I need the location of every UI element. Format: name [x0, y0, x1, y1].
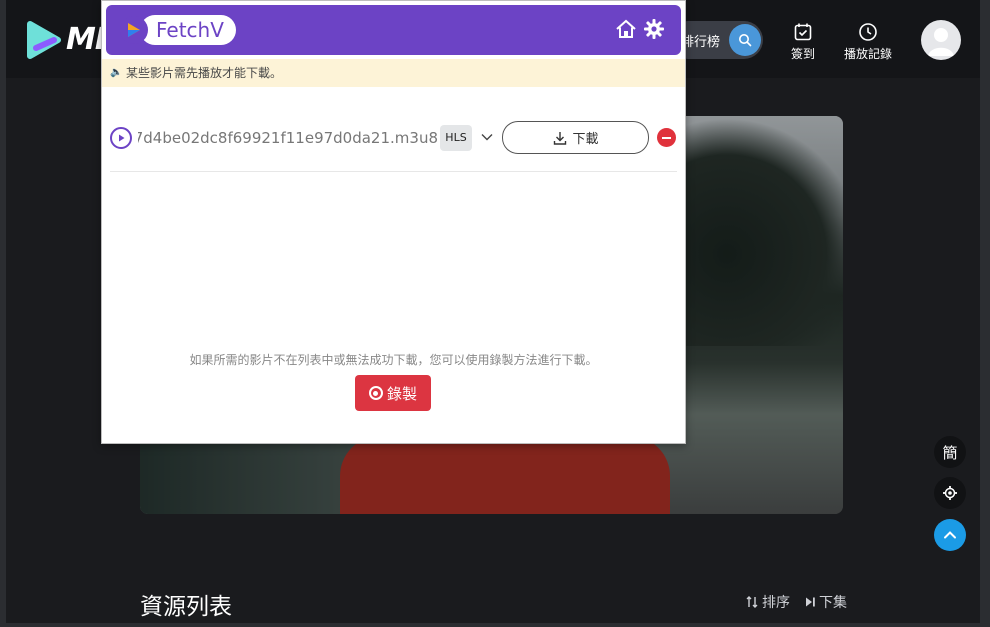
user-icon — [928, 28, 954, 56]
scroll-to-top-button[interactable] — [934, 519, 966, 551]
sort-button[interactable]: 排序 — [745, 592, 790, 612]
play-icon — [119, 134, 125, 142]
minus-icon — [662, 136, 671, 139]
site-logo-icon[interactable] — [24, 20, 64, 60]
notice-text: 某些影片需先播放才能下載。 — [126, 66, 283, 80]
remove-button[interactable] — [657, 128, 676, 147]
divider — [110, 171, 677, 172]
nav-checkin[interactable]: 簽到 — [773, 22, 833, 62]
home-icon — [616, 19, 636, 38]
fetchv-header: FetchV — [106, 5, 681, 55]
sort-label: 排序 — [762, 595, 790, 611]
download-button[interactable]: 下載 — [502, 121, 649, 154]
resource-list-title: 資源列表 — [140, 594, 232, 620]
home-button[interactable] — [615, 18, 637, 44]
play-preview-button[interactable] — [110, 127, 132, 149]
search-button[interactable] — [729, 24, 761, 56]
record-hint: 如果所需的影片不在列表中或無法成功下載，您可以使用錄製方法進行下載。 — [189, 353, 598, 367]
download-icon — [554, 131, 567, 145]
expand-button[interactable] — [480, 129, 494, 148]
search-icon — [739, 34, 752, 47]
fetchv-brand-name: FetchV — [140, 15, 236, 45]
clock-icon — [859, 23, 877, 41]
sort-icon — [746, 596, 758, 608]
chevron-up-icon — [944, 531, 956, 539]
notice-bar: 🔈 某些影片需先播放才能下載。 — [102, 59, 685, 87]
next-episode-button[interactable]: 下集 — [804, 592, 847, 612]
speaker-icon: 🔈 — [110, 67, 123, 78]
fetchv-logo: FetchV — [120, 14, 236, 46]
popup-settings-button[interactable] — [643, 18, 665, 44]
record-button[interactable]: 錄製 — [355, 375, 431, 411]
gear-icon — [644, 19, 664, 39]
video-filename[interactable]: 97d4be02dc8f69921f11e97d0da21.m3u8 — [138, 129, 438, 147]
gear-icon — [943, 486, 957, 500]
settings-button[interactable] — [934, 477, 966, 509]
record-label: 錄製 — [386, 384, 417, 403]
next-episode-label: 下集 — [819, 595, 847, 611]
record-icon — [368, 386, 383, 400]
fetchv-popup: FetchV 🔈 某些影片需先播放才能下載。 97d4be02dc8f69921… — [101, 0, 686, 444]
fetchv-logo-icon — [120, 16, 148, 44]
nav-history[interactable]: 播放記錄 — [838, 22, 898, 62]
download-label: 下載 — [572, 132, 599, 147]
format-badge: HLS — [440, 125, 472, 151]
user-avatar[interactable] — [921, 20, 961, 60]
simplified-chinese-toggle[interactable]: 簡 — [934, 436, 966, 468]
ranking-link[interactable]: 排行榜 — [681, 31, 720, 50]
calendar-check-icon — [794, 23, 812, 41]
site-logo-text[interactable]: MI — [66, 22, 106, 57]
nav-history-label: 播放記錄 — [843, 47, 892, 61]
video-list-item: 97d4be02dc8f69921f11e97d0da21.m3u8 HLS 下… — [102, 117, 685, 161]
nav-checkin-label: 簽到 — [790, 47, 815, 61]
skip-next-icon — [806, 597, 815, 607]
resource-list-tools: 排序 下集 — [745, 592, 847, 612]
chevron-down-icon — [481, 134, 493, 141]
